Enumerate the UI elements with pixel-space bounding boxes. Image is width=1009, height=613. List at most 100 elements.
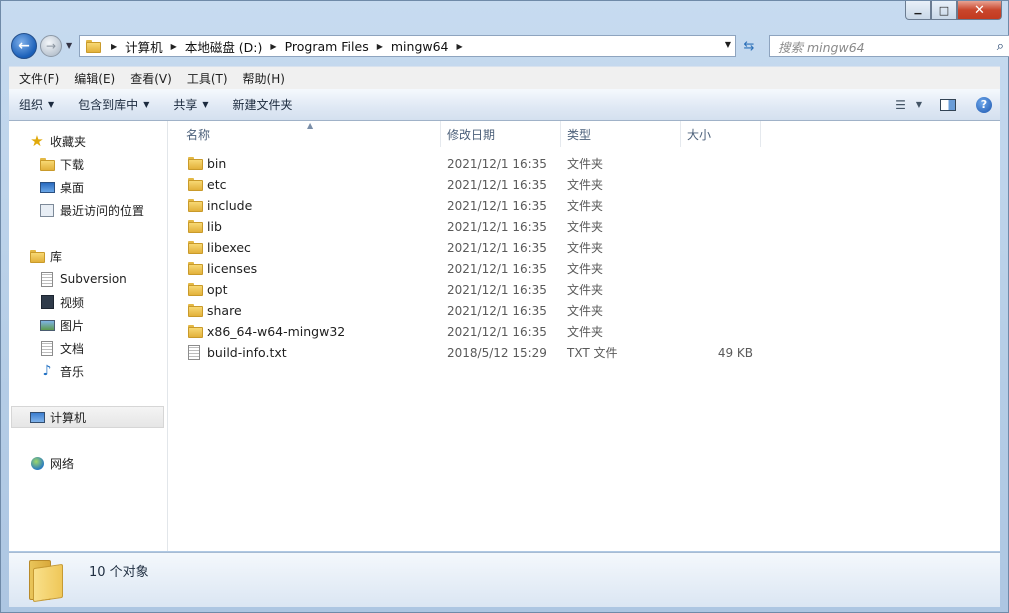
include-in-library-label: 包含到库中 [78, 98, 139, 112]
close-icon: ✕ [974, 2, 985, 18]
folder-icon [188, 219, 203, 233]
menu-help[interactable]: 帮助(H) [238, 70, 290, 87]
maximize-button[interactable]: □ [931, 1, 957, 20]
nav-item-downloads[interactable]: 下载 [39, 154, 84, 174]
column-header-size[interactable]: 大小 [681, 121, 761, 147]
file-row[interactable]: lib 2021/12/1 16:35 文件夹 [168, 216, 768, 237]
file-row[interactable]: libexec 2021/12/1 16:35 文件夹 [168, 237, 768, 258]
breadcrumb-mingw64[interactable]: mingw64 [391, 39, 449, 54]
nav-item-documents[interactable]: 文档 [39, 338, 84, 358]
menu-tools[interactable]: 工具(T) [182, 70, 233, 87]
file-row[interactable]: etc 2021/12/1 16:35 文件夹 [168, 174, 768, 195]
nav-network[interactable]: 网络 [29, 453, 74, 473]
recent-places-icon [39, 202, 55, 218]
nav-item-recent-places[interactable]: 最近访问的位置 [39, 200, 144, 220]
menu-edit[interactable]: 编辑(E) [69, 70, 120, 87]
forward-button[interactable]: → [40, 35, 62, 57]
breadcrumb-separator-icon[interactable]: ▶ [171, 42, 177, 51]
details-pane: 10 个对象 [9, 552, 1000, 607]
include-in-library-button[interactable]: 包含到库中 ▼ [78, 96, 149, 113]
share-button[interactable]: 共享 ▼ [173, 96, 208, 113]
breadcrumb-program-files[interactable]: Program Files [285, 39, 369, 54]
breadcrumb-computer[interactable]: 计算机 [125, 37, 163, 56]
command-bar-right: ☰ ▼ ? [895, 89, 992, 120]
file-row[interactable]: opt 2021/12/1 16:35 文件夹 [168, 279, 768, 300]
address-history-dropdown-icon[interactable]: ▼ [725, 40, 731, 49]
nav-item-label: 音乐 [60, 364, 85, 379]
file-row[interactable]: build-info.txt 2018/5/12 15:29 TXT 文件 49 KB [168, 342, 768, 363]
file-type: 文件夹 [567, 199, 604, 213]
minimize-button[interactable]: ▁ [905, 1, 931, 20]
file-name: share [207, 303, 242, 318]
organize-label: 组织 [19, 98, 44, 112]
help-icon[interactable]: ? [976, 96, 992, 113]
chevron-down-icon: ▼ [143, 100, 150, 109]
nav-item-videos[interactable]: 视频 [39, 292, 84, 312]
nav-favorites[interactable]: ★ 收藏夹 [29, 131, 86, 151]
breadcrumb-separator-icon[interactable]: ▶ [270, 42, 276, 51]
column-header-date[interactable]: 修改日期 [441, 121, 561, 147]
nav-item-desktop[interactable]: 桌面 [39, 177, 84, 197]
nav-item-label: 最近访问的位置 [60, 203, 145, 218]
breadcrumb-separator-icon[interactable]: ▶ [457, 42, 463, 51]
network-icon [29, 455, 45, 471]
nav-computer[interactable]: 计算机 [29, 407, 86, 427]
nav-libraries[interactable]: 库 [29, 246, 62, 266]
file-type: 文件夹 [567, 325, 604, 339]
close-button[interactable]: ✕ [957, 1, 1002, 20]
chevron-down-icon: ▼ [202, 100, 209, 109]
file-date: 2021/12/1 16:35 [447, 198, 547, 213]
column-header-name[interactable]: 名称 [168, 121, 441, 147]
file-row[interactable]: share 2021/12/1 16:35 文件夹 [168, 300, 768, 321]
change-view-button[interactable]: ☰ ▼ [895, 98, 922, 112]
nav-item-music[interactable]: ♪ 音乐 [39, 361, 84, 381]
file-date: 2021/12/1 16:35 [447, 177, 547, 192]
folder-icon [188, 282, 203, 296]
breadcrumb-separator-icon[interactable]: ▶ [377, 42, 383, 51]
nav-item-subversion[interactable]: Subversion [39, 269, 127, 289]
column-name-label: 名称 [186, 127, 211, 142]
file-date: 2021/12/1 16:35 [447, 219, 547, 234]
file-type: TXT 文件 [567, 346, 618, 360]
file-date: 2021/12/1 16:35 [447, 261, 547, 276]
file-type: 文件夹 [567, 241, 604, 255]
nav-computer-label: 计算机 [50, 410, 87, 425]
file-type: 文件夹 [567, 220, 604, 234]
chevron-down-icon[interactable]: ▼ [916, 100, 922, 109]
file-name: lib [207, 219, 222, 234]
new-folder-label: 新建文件夹 [232, 98, 293, 112]
file-row[interactable]: include 2021/12/1 16:35 文件夹 [168, 195, 768, 216]
folder-icon [188, 177, 203, 191]
file-type: 文件夹 [567, 304, 604, 318]
nav-item-pictures[interactable]: 图片 [39, 315, 84, 335]
nav-item-label: 视频 [60, 295, 85, 310]
breadcrumb-drive-d[interactable]: 本地磁盘 (D:) [185, 37, 263, 56]
recent-pages-dropdown-icon[interactable]: ▼ [66, 41, 72, 50]
preview-pane-icon[interactable] [940, 98, 956, 111]
item-count: 10 个对象 [89, 565, 149, 580]
new-folder-button[interactable]: 新建文件夹 [233, 96, 293, 113]
search-box[interactable]: 搜索 mingw64 ⌕ [769, 35, 1009, 57]
breadcrumb-separator-icon[interactable]: ▶ [111, 42, 117, 51]
folder-icon [188, 303, 203, 317]
search-input[interactable]: 搜索 mingw64 [778, 37, 997, 56]
share-label: 共享 [173, 98, 198, 112]
file-name: etc [207, 177, 227, 192]
file-date: 2018/5/12 15:29 [447, 345, 547, 360]
menu-view[interactable]: 查看(V) [125, 70, 177, 87]
file-row[interactable]: bin 2021/12/1 16:35 文件夹 [168, 153, 768, 174]
folder-icon [188, 240, 203, 254]
menu-bar: 文件(F) 编辑(E) 查看(V) 工具(T) 帮助(H) [9, 66, 1000, 89]
file-list-pane: ▲ 名称 修改日期 类型 大小 bin 2021/12/1 16:35 文件夹 etc… [168, 121, 1000, 551]
file-name: opt [207, 282, 228, 297]
maximize-icon: □ [938, 3, 950, 17]
back-button[interactable]: ← [11, 33, 37, 59]
file-row[interactable]: licenses 2021/12/1 16:35 文件夹 [168, 258, 768, 279]
address-bar[interactable]: ▶ 计算机 ▶ 本地磁盘 (D:) ▶ Program Files ▶ ming… [79, 35, 736, 57]
organize-button[interactable]: 组织 ▼ [19, 96, 54, 113]
file-row[interactable]: x86_64-w64-mingw32 2021/12/1 16:35 文件夹 [168, 321, 768, 342]
menu-file[interactable]: 文件(F) [14, 70, 64, 87]
refresh-button[interactable]: ⇆ [739, 35, 759, 57]
column-header-type[interactable]: 类型 [561, 121, 681, 147]
search-icon[interactable]: ⌕ [997, 39, 1004, 54]
